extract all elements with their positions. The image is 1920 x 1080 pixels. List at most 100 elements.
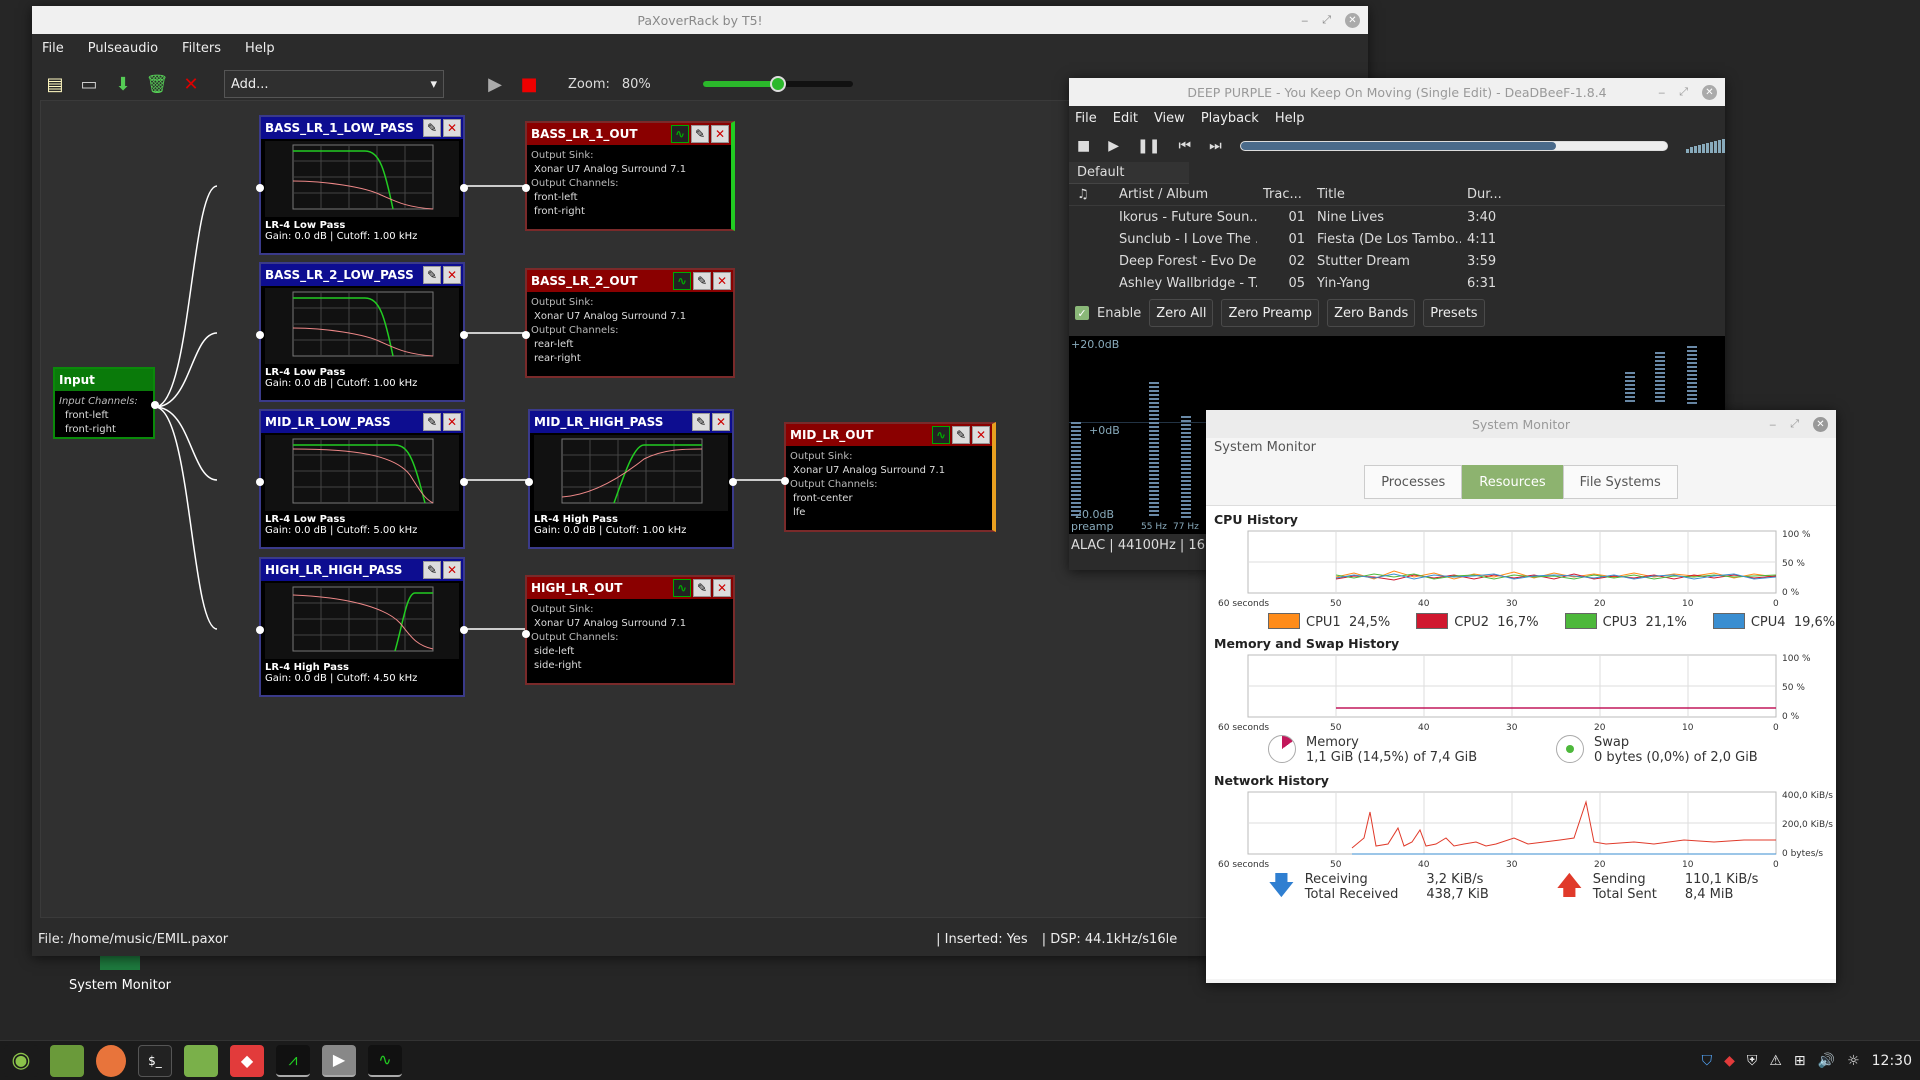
- menu-file[interactable]: File: [1075, 111, 1097, 126]
- filter-node[interactable]: MID_LR_HIGH_PASS ✎ ✕ LR-4 High Pass Gain: 0…: [525, 409, 737, 549]
- remove-icon[interactable]: ✕: [972, 426, 990, 444]
- enable-checkbox[interactable]: ✓: [1075, 306, 1089, 320]
- menu-help[interactable]: Help: [245, 41, 275, 56]
- cpu-legend-item[interactable]: CPU1 24,5%: [1268, 613, 1390, 630]
- output-node[interactable]: BASS_LR_1_OUT ∿ ✎ ✕ Output Sink: Xonar U7 An…: [522, 121, 735, 231]
- pause-icon[interactable]: ❚❚: [1137, 138, 1160, 154]
- filter-node[interactable]: BASS_LR_1_LOW_PASS ✎ ✕ LR-4 Low Pass Gain: …: [256, 115, 468, 255]
- col-header[interactable]: ♫: [1069, 187, 1111, 202]
- menu-edit[interactable]: Edit: [1113, 111, 1138, 126]
- stop-icon[interactable]: ■: [518, 73, 540, 95]
- terminal-icon[interactable]: $_: [138, 1044, 172, 1077]
- volume-bar[interactable]: [1686, 139, 1725, 153]
- close-icon[interactable]: ✕: [1813, 416, 1828, 432]
- menu-pulseaudio[interactable]: Pulseaudio: [88, 41, 158, 56]
- minimize-icon[interactable]: ‒: [1769, 418, 1776, 431]
- remove-icon[interactable]: ✕: [712, 413, 730, 431]
- monitor-icon[interactable]: ∿: [671, 125, 689, 143]
- stop-icon[interactable]: ■: [1077, 138, 1090, 154]
- edit-icon[interactable]: ✎: [693, 272, 711, 290]
- warning-icon[interactable]: ⚠: [1769, 1053, 1782, 1069]
- remove-icon[interactable]: ✕: [711, 125, 729, 143]
- sending-arrow-icon[interactable]: 🡅: [1556, 872, 1583, 902]
- play-icon[interactable]: ▶: [484, 73, 506, 95]
- edit-icon[interactable]: ✎: [423, 266, 441, 284]
- output-input-port[interactable]: [522, 331, 530, 339]
- col-header[interactable]: Dur...: [1461, 187, 1521, 202]
- deadbeef-taskbar-icon[interactable]: ▶: [322, 1044, 356, 1077]
- cpu-legend-item[interactable]: CPU2 16,7%: [1416, 613, 1539, 630]
- cpu-color-swatch[interactable]: [1416, 613, 1449, 629]
- seekbar[interactable]: [1239, 141, 1668, 151]
- output-input-port[interactable]: [522, 630, 530, 638]
- network-icon[interactable]: ⊞: [1794, 1053, 1806, 1069]
- minimize-icon[interactable]: ‒: [1658, 86, 1665, 99]
- tab-processes[interactable]: Processes: [1364, 465, 1463, 499]
- filter-input-port[interactable]: [525, 478, 533, 486]
- cpu-color-swatch[interactable]: [1268, 613, 1300, 629]
- remove-icon[interactable]: ✕: [443, 561, 461, 579]
- filter-input-port[interactable]: [256, 184, 264, 192]
- edit-icon[interactable]: ✎: [693, 579, 711, 597]
- menu-file[interactable]: File: [42, 41, 64, 56]
- close-icon[interactable]: ✕: [1345, 12, 1360, 28]
- filter-output-port[interactable]: [460, 331, 468, 339]
- cpu-color-swatch[interactable]: [1564, 613, 1597, 629]
- filter-node[interactable]: HIGH_LR_HIGH_PASS ✎ ✕ LR-4 High Pass Gain: …: [256, 557, 468, 697]
- input-node[interactable]: Input Input Channels: front-left front-r…: [53, 367, 159, 439]
- maximize-icon[interactable]: ⤢: [1679, 85, 1688, 99]
- security-icon[interactable]: ⛨: [1747, 1053, 1758, 1069]
- maximize-icon[interactable]: ⤢: [1790, 417, 1799, 431]
- save-icon[interactable]: ⬇: [112, 73, 134, 95]
- paxoverrack-taskbar-icon[interactable]: ◆: [230, 1044, 264, 1077]
- mint-menu-icon[interactable]: ◉: [4, 1044, 38, 1077]
- cpu-color-swatch[interactable]: [1712, 613, 1745, 629]
- zero-preamp-button[interactable]: Zero Preamp: [1221, 299, 1320, 327]
- zoom-slider-knob[interactable]: [769, 76, 786, 92]
- presets-button[interactable]: Presets: [1423, 299, 1485, 327]
- output-node[interactable]: MID_LR_OUT ∿ ✎ ✕ Output Sink: Xonar U7 Analo…: [781, 422, 996, 532]
- eq-band-slider[interactable]: [1655, 352, 1665, 404]
- clock[interactable]: 12:30: [1872, 1053, 1912, 1069]
- table-row[interactable]: Ikorus - Future Soun... 01 Nine Lives 3:40: [1069, 206, 1725, 228]
- menu-view[interactable]: View: [1154, 111, 1185, 126]
- remove-icon[interactable]: ✕: [443, 119, 461, 137]
- audio-app-taskbar-icon[interactable]: ⩘: [276, 1044, 310, 1077]
- filter-input-port[interactable]: [256, 478, 264, 486]
- col-header[interactable]: Title: [1311, 187, 1461, 202]
- paxover-tray-icon[interactable]: ◆: [1724, 1053, 1735, 1069]
- edit-icon[interactable]: ✎: [692, 413, 710, 431]
- remove-icon[interactable]: ✕: [713, 272, 731, 290]
- monitor-icon[interactable]: ∿: [932, 426, 950, 444]
- filter-input-port[interactable]: [256, 331, 264, 339]
- previous-icon[interactable]: ⏮: [1178, 138, 1191, 154]
- table-row[interactable]: Ashley Wallbridge - T... 05 Yin-Yang 6:31: [1069, 272, 1725, 294]
- eq-band-slider[interactable]: [1181, 416, 1191, 518]
- filter-output-port[interactable]: [460, 184, 468, 192]
- monitor-icon[interactable]: ∿: [673, 579, 691, 597]
- play-icon[interactable]: ▶: [1108, 138, 1119, 154]
- swap-pie-icon[interactable]: [1556, 735, 1584, 763]
- output-node[interactable]: HIGH_LR_OUT ∿ ✎ ✕ Output Sink: Xonar U7 Anal…: [522, 575, 735, 685]
- input-output-port[interactable]: [151, 401, 159, 409]
- eq-band-slider[interactable]: [1625, 372, 1635, 404]
- remove-icon[interactable]: ✕: [713, 579, 731, 597]
- filter-output-port[interactable]: [460, 626, 468, 634]
- filter-input-port[interactable]: [256, 626, 264, 634]
- eq-band-slider[interactable]: [1687, 346, 1697, 404]
- col-header[interactable]: Trac...: [1257, 187, 1311, 202]
- memory-pie-icon[interactable]: [1268, 735, 1296, 763]
- add-filter-combo[interactable]: Add... ▾: [224, 70, 444, 98]
- col-header[interactable]: Artist / Album: [1111, 187, 1257, 202]
- menu-help[interactable]: Help: [1275, 111, 1305, 126]
- desktop-icon-system-monitor[interactable]: System Monitor: [60, 950, 180, 993]
- files-icon[interactable]: [184, 1044, 218, 1077]
- receiving-arrow-icon[interactable]: 🡇: [1268, 872, 1295, 902]
- tab-file-systems[interactable]: File Systems: [1562, 465, 1678, 499]
- filter-node[interactable]: MID_LR_LOW_PASS ✎ ✕ LR-4 Low Pass Gain: 0.0…: [256, 409, 468, 549]
- edit-icon[interactable]: ✎: [952, 426, 970, 444]
- edit-icon[interactable]: ✎: [423, 413, 441, 431]
- brightness-icon[interactable]: ☼: [1847, 1053, 1860, 1069]
- edit-icon[interactable]: ✎: [423, 119, 441, 137]
- system-monitor-taskbar-icon[interactable]: ∿: [368, 1044, 402, 1077]
